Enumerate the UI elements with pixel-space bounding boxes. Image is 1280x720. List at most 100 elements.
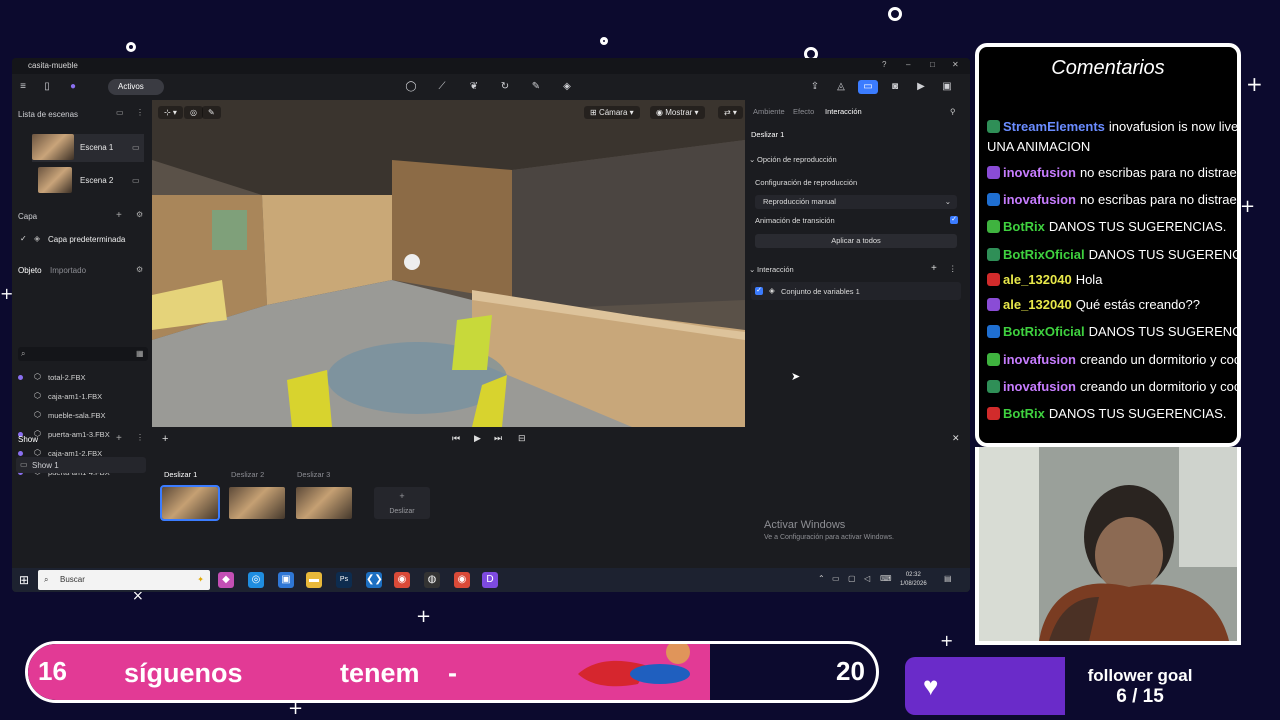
object-item[interactable]: ⬡ caja-am1-1.FBX [18,389,146,405]
object-search-input[interactable]: ⌕ [18,347,148,361]
previous-icon[interactable]: ⏮ [452,433,460,444]
store-icon[interactable]: ▣ [278,572,294,588]
transition-checkbox[interactable]: ✓ [950,216,958,224]
logo-icon[interactable]: ● [66,80,80,94]
rotate-icon[interactable]: ↻ [498,80,512,94]
slide-thumbnail[interactable] [229,487,285,519]
apply-all-button[interactable]: Aplicar a todos [755,234,957,248]
path-icon[interactable]: ⟋ [435,80,449,94]
show-item[interactable]: ▭ Show 1 [16,457,146,473]
object-item[interactable]: ⬡ mueble-sala.FBX [18,408,146,424]
3d-viewport[interactable]: ⊹ ▾ ◎ ✎ ⊞ Cámara ▾ ◉ Mostrar ▾ ⇄ ▾ [152,100,745,427]
edge-icon[interactable]: ◎ [248,572,264,588]
chat-username[interactable]: inovafusion [1003,192,1076,207]
tray-up-icon[interactable]: ⌃ [818,574,825,583]
variable-set-checkbox[interactable]: ✓ [755,287,763,295]
collapse-icon[interactable]: ⌄ [749,265,755,274]
layer-item[interactable]: Capa predeterminada [48,235,125,244]
chat-username[interactable]: BotRixOficial [1003,324,1085,339]
layer-settings-icon[interactable]: ⚙ [136,210,143,219]
taskbar-search-input[interactable]: ⌕ Buscar ✦ [38,570,210,590]
taskbar-clock[interactable]: 02:32 1/08/2026 [900,571,927,589]
show-dropdown[interactable]: ◉ Mostrar ▾ [650,106,705,119]
timeline-settings-icon[interactable]: ⊟ [518,433,526,444]
close-timeline-icon[interactable]: ✕ [952,433,960,444]
scene-camera-icon[interactable]: ▭ [132,143,140,152]
minimize-icon[interactable]: – [906,60,910,69]
close-icon[interactable]: ✕ [952,60,959,69]
add-show-icon[interactable]: + [116,433,122,444]
maximize-icon[interactable]: □ [930,60,935,69]
camera-dropdown[interactable]: ⊞ Cámara ▾ [584,106,640,119]
windows-start-icon[interactable]: ⊞ [16,572,32,588]
scene-list-icon[interactable]: ▭ [116,108,124,117]
volume-icon[interactable]: ◁ [864,574,870,583]
obs-icon[interactable]: ◍ [424,572,440,588]
interaction-more-icon[interactable]: ⋮ [949,264,957,273]
keyboard-icon[interactable]: ⌨ [880,574,892,583]
tab-ambiente[interactable]: Ambiente [753,107,785,116]
notification-icon[interactable]: ▤ [944,574,952,583]
globe-icon[interactable]: ◎ [184,106,203,119]
network-icon[interactable]: ▭ [832,574,840,583]
monitor-icon[interactable]: ▢ [848,574,856,583]
transform-tool[interactable]: ⊹ ▾ [158,106,183,119]
collapse-icon[interactable]: ⌄ [749,155,755,164]
presentation-icon[interactable]: ▭ [858,80,878,94]
scene-item[interactable]: Escena 2 ▭ [32,167,144,195]
imported-tab[interactable]: Importado [50,266,86,275]
variable-set-row[interactable]: ✓ ◈ Conjunto de variables 1 [751,282,961,300]
leaf-icon[interactable]: ❦ [467,80,481,94]
chat-username[interactable]: inovafusion [1003,165,1076,180]
chrome-icon[interactable]: ◉ [394,572,410,588]
photoshop-icon[interactable]: Ps [336,572,352,588]
show-more-icon[interactable]: ⋮ [136,433,144,442]
mode-toggle[interactable]: Activos [108,79,164,95]
layers-icon[interactable]: ◈ [560,80,574,94]
file-icon[interactable]: ▯ [40,80,54,94]
add-layer-icon[interactable]: + [116,210,122,221]
brush-icon[interactable]: ✎ [202,106,221,119]
chat-username[interactable]: BotRixOficial [1003,247,1085,262]
more-icon[interactable]: ⋮ [136,108,144,117]
add-slide-icon[interactable]: + [162,433,168,445]
view-options-icon[interactable]: ⇄ ▾ [718,106,743,119]
chat-username[interactable]: BotRix [1003,406,1045,421]
play-icon[interactable]: ▶ [474,433,481,444]
grid-icon[interactable]: ▦ [136,349,144,358]
pen-icon[interactable]: ✎ [529,80,543,94]
chat-username[interactable]: inovafusion [1003,379,1076,394]
pin-icon[interactable]: ⚲ [950,107,956,116]
camera-icon[interactable]: ◙ [888,80,902,94]
video-icon[interactable]: ▶ [914,80,928,94]
scene-item[interactable]: Escena 1 ▭ [32,134,144,162]
render-icon[interactable]: ◬ [834,80,848,94]
d5-render-icon[interactable]: D [482,572,498,588]
chat-username[interactable]: BotRix [1003,219,1045,234]
chat-username[interactable]: ale_132040 [1003,272,1072,287]
add-interaction-icon[interactable]: + [931,263,937,274]
chat-username[interactable]: ale_132040 [1003,297,1072,312]
help-icon[interactable]: ? [882,60,886,69]
copilot-icon[interactable]: ◆ [218,572,234,588]
object-tab[interactable]: Objeto [18,266,42,275]
chat-username[interactable]: StreamElements [1003,119,1105,134]
chrome-profile-icon[interactable]: ◉ [454,572,470,588]
light-icon[interactable]: ◯ [404,80,418,94]
slide-thumbnail[interactable] [160,485,220,521]
image-icon[interactable]: ▣ [940,80,954,94]
vscode-icon[interactable]: ❮❯ [366,572,383,588]
share-icon[interactable]: ⇪ [808,80,822,94]
tab-interaccion[interactable]: Interacción [825,107,862,116]
chat-username[interactable]: inovafusion [1003,352,1076,367]
playback-mode-select[interactable]: Reproducción manual ⌄ [755,195,957,209]
object-item[interactable]: ⬡ total-2.FBX [18,370,146,386]
next-icon[interactable]: ⏭ [494,433,502,444]
slide-thumbnail[interactable] [296,487,352,519]
tab-efecto[interactable]: Efecto [793,107,814,116]
add-slide-button[interactable]: + Deslizar [374,487,430,519]
scene-camera-icon[interactable]: ▭ [132,176,140,185]
explorer-icon[interactable]: ▬ [306,572,322,588]
object-settings-icon[interactable]: ⚙ [136,265,143,274]
menu-icon[interactable]: ≡ [16,80,30,94]
